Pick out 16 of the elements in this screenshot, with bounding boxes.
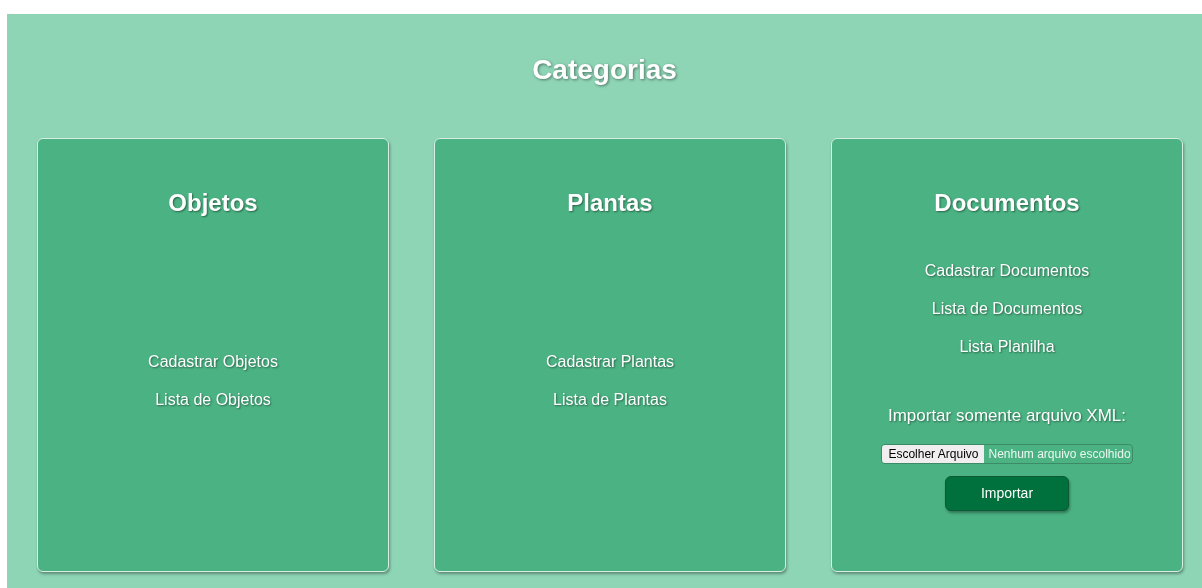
category-link[interactable]: Lista de Documentos (931, 299, 1083, 318)
category-link[interactable]: Lista de Objetos (155, 391, 271, 409)
choose-file-button[interactable]: Escolher Arquivo (882, 444, 985, 463)
import-label: Importar somente arquivo XML: (887, 405, 1127, 426)
category-link[interactable]: Cadastrar Objetos (148, 353, 278, 371)
import-button[interactable]: Importar (945, 475, 1069, 511)
card-title: Documentos (934, 189, 1080, 217)
category-link[interactable]: Lista de Plantas (553, 391, 667, 409)
card-title: Plantas (567, 189, 653, 217)
page-title: Categorias (531, 54, 678, 86)
file-status-text: Nenhum arquivo escolhido (987, 446, 1132, 461)
card-title: Objetos (168, 189, 258, 217)
category-link[interactable]: Cadastrar Plantas (545, 353, 675, 371)
category-link[interactable]: Lista Planilha (959, 337, 1055, 356)
category-link[interactable]: Cadastrar Documentos (924, 261, 1090, 280)
file-input[interactable]: Escolher Arquivo Nenhum arquivo escolhido (881, 443, 1133, 464)
